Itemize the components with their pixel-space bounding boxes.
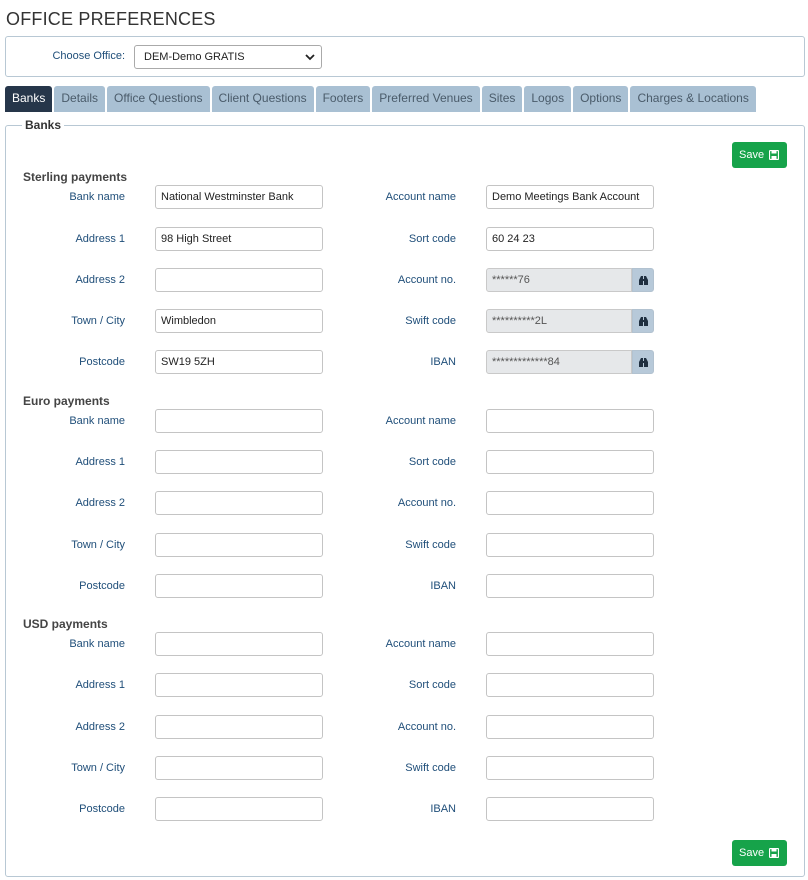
sterling-address1-label: Address 1: [75, 233, 125, 245]
sterling-town-label: Town / City: [71, 315, 125, 327]
binoculars-icon: [639, 317, 648, 326]
usd-swift-label: Swift code: [405, 762, 456, 774]
usd-sort-code-label: Sort code: [408, 679, 456, 691]
usd-account-name-input[interactable]: [486, 632, 654, 656]
tab-client-questions[interactable]: Client Questions: [211, 86, 314, 112]
usd-address2-label: Address 2: [75, 721, 125, 733]
tab-bar: Banks Details Office Questions Client Qu…: [5, 86, 758, 112]
usd-account-no-label: Account no.: [397, 721, 456, 733]
save-button-label: Save: [739, 847, 765, 860]
usd-section-title: USD payments: [23, 617, 108, 631]
usd-postcode-label: Postcode: [79, 803, 125, 815]
sterling-sort-code-label: Sort code: [408, 233, 456, 245]
office-selector-box: Choose Office: DEM-Demo GRATIS: [5, 36, 805, 77]
office-select[interactable]: DEM-Demo GRATIS: [134, 45, 322, 69]
usd-account-no-input[interactable]: [486, 715, 654, 739]
office-select-value: DEM-Demo GRATIS: [144, 51, 245, 63]
save-button-bottom[interactable]: Save: [732, 840, 787, 866]
sterling-town-input[interactable]: Wimbledon: [155, 309, 323, 333]
chevron-down-icon: [305, 54, 315, 61]
tab-options[interactable]: Options: [573, 86, 629, 112]
usd-postcode-input[interactable]: [155, 797, 323, 821]
euro-address1-label: Address 1: [75, 456, 125, 468]
save-button-top[interactable]: Save: [732, 142, 787, 168]
sterling-postcode-label: Postcode: [79, 356, 125, 368]
euro-town-label: Town / City: [71, 539, 125, 551]
sterling-sort-code-input[interactable]: 60 24 23: [486, 227, 654, 251]
euro-sort-code-input[interactable]: [486, 450, 654, 474]
euro-iban-label: IBAN: [430, 580, 456, 592]
sterling-section-title: Sterling payments: [23, 170, 128, 184]
sterling-postcode-input[interactable]: SW19 5ZH: [155, 350, 323, 374]
usd-sort-code-input[interactable]: [486, 673, 654, 697]
euro-postcode-label: Postcode: [79, 580, 125, 592]
euro-account-no-label: Account no.: [397, 497, 456, 509]
sterling-swift-input[interactable]: **********2L: [486, 309, 632, 333]
usd-town-label: Town / City: [71, 762, 125, 774]
usd-account-name-label: Account name: [385, 638, 456, 650]
euro-address2-label: Address 2: [75, 497, 125, 509]
sterling-account-name-input[interactable]: Demo Meetings Bank Account: [486, 185, 654, 209]
euro-swift-label: Swift code: [405, 539, 456, 551]
sterling-iban-input[interactable]: *************84: [486, 350, 632, 374]
usd-town-input[interactable]: [155, 756, 323, 780]
tab-charges-locations[interactable]: Charges & Locations: [630, 86, 756, 112]
binoculars-icon: [639, 358, 648, 367]
sterling-bank-name-label: Bank name: [69, 191, 125, 203]
tab-banks[interactable]: Banks: [5, 86, 53, 112]
sterling-account-name-label: Account name: [385, 191, 456, 203]
tab-details[interactable]: Details: [54, 86, 106, 112]
euro-bank-name-input[interactable]: [155, 409, 323, 433]
sterling-iban-reveal-button[interactable]: [632, 350, 654, 374]
usd-address2-input[interactable]: [155, 715, 323, 739]
euro-swift-input[interactable]: [486, 533, 654, 557]
tab-preferred-venues[interactable]: Preferred Venues: [372, 86, 480, 112]
page-title: OFFICE PREFERENCES: [6, 9, 216, 29]
euro-account-name-label: Account name: [385, 415, 456, 427]
euro-account-no-input[interactable]: [486, 491, 654, 515]
usd-iban-label: IBAN: [430, 803, 456, 815]
sterling-address1-input[interactable]: 98 High Street: [155, 227, 323, 251]
usd-iban-input[interactable]: [486, 797, 654, 821]
sterling-bank-name-input[interactable]: National Westminster Bank: [155, 185, 323, 209]
usd-address1-input[interactable]: [155, 673, 323, 697]
euro-section-title: Euro payments: [23, 394, 110, 408]
floppy-disk-icon: [769, 848, 779, 858]
euro-town-input[interactable]: [155, 533, 323, 557]
euro-bank-name-label: Bank name: [69, 415, 125, 427]
usd-bank-name-input[interactable]: [155, 632, 323, 656]
sterling-iban-label: IBAN: [430, 356, 456, 368]
usd-swift-input[interactable]: [486, 756, 654, 780]
sterling-swift-reveal-button[interactable]: [632, 309, 654, 333]
euro-iban-input[interactable]: [486, 574, 654, 598]
euro-address1-input[interactable]: [155, 450, 323, 474]
usd-bank-name-label: Bank name: [69, 638, 125, 650]
panel-legend: Banks: [22, 118, 65, 132]
sterling-account-no-reveal-button[interactable]: [632, 268, 654, 292]
euro-sort-code-label: Sort code: [408, 456, 456, 468]
euro-account-name-input[interactable]: [486, 409, 654, 433]
tab-logos[interactable]: Logos: [524, 86, 572, 112]
save-button-label: Save: [739, 149, 765, 162]
sterling-account-no-label: Account no.: [397, 274, 456, 286]
sterling-address2-label: Address 2: [75, 274, 125, 286]
floppy-disk-icon: [769, 150, 779, 160]
sterling-swift-label: Swift code: [405, 315, 456, 327]
choose-office-label: Choose Office:: [52, 50, 125, 62]
tab-footers[interactable]: Footers: [315, 86, 371, 112]
usd-address1-label: Address 1: [75, 679, 125, 691]
euro-address2-input[interactable]: [155, 491, 323, 515]
binoculars-icon: [639, 276, 648, 285]
sterling-account-no-input[interactable]: ******76: [486, 268, 632, 292]
sterling-address2-input[interactable]: [155, 268, 323, 292]
euro-postcode-input[interactable]: [155, 574, 323, 598]
tab-sites[interactable]: Sites: [481, 86, 523, 112]
tab-office-questions[interactable]: Office Questions: [107, 86, 210, 112]
